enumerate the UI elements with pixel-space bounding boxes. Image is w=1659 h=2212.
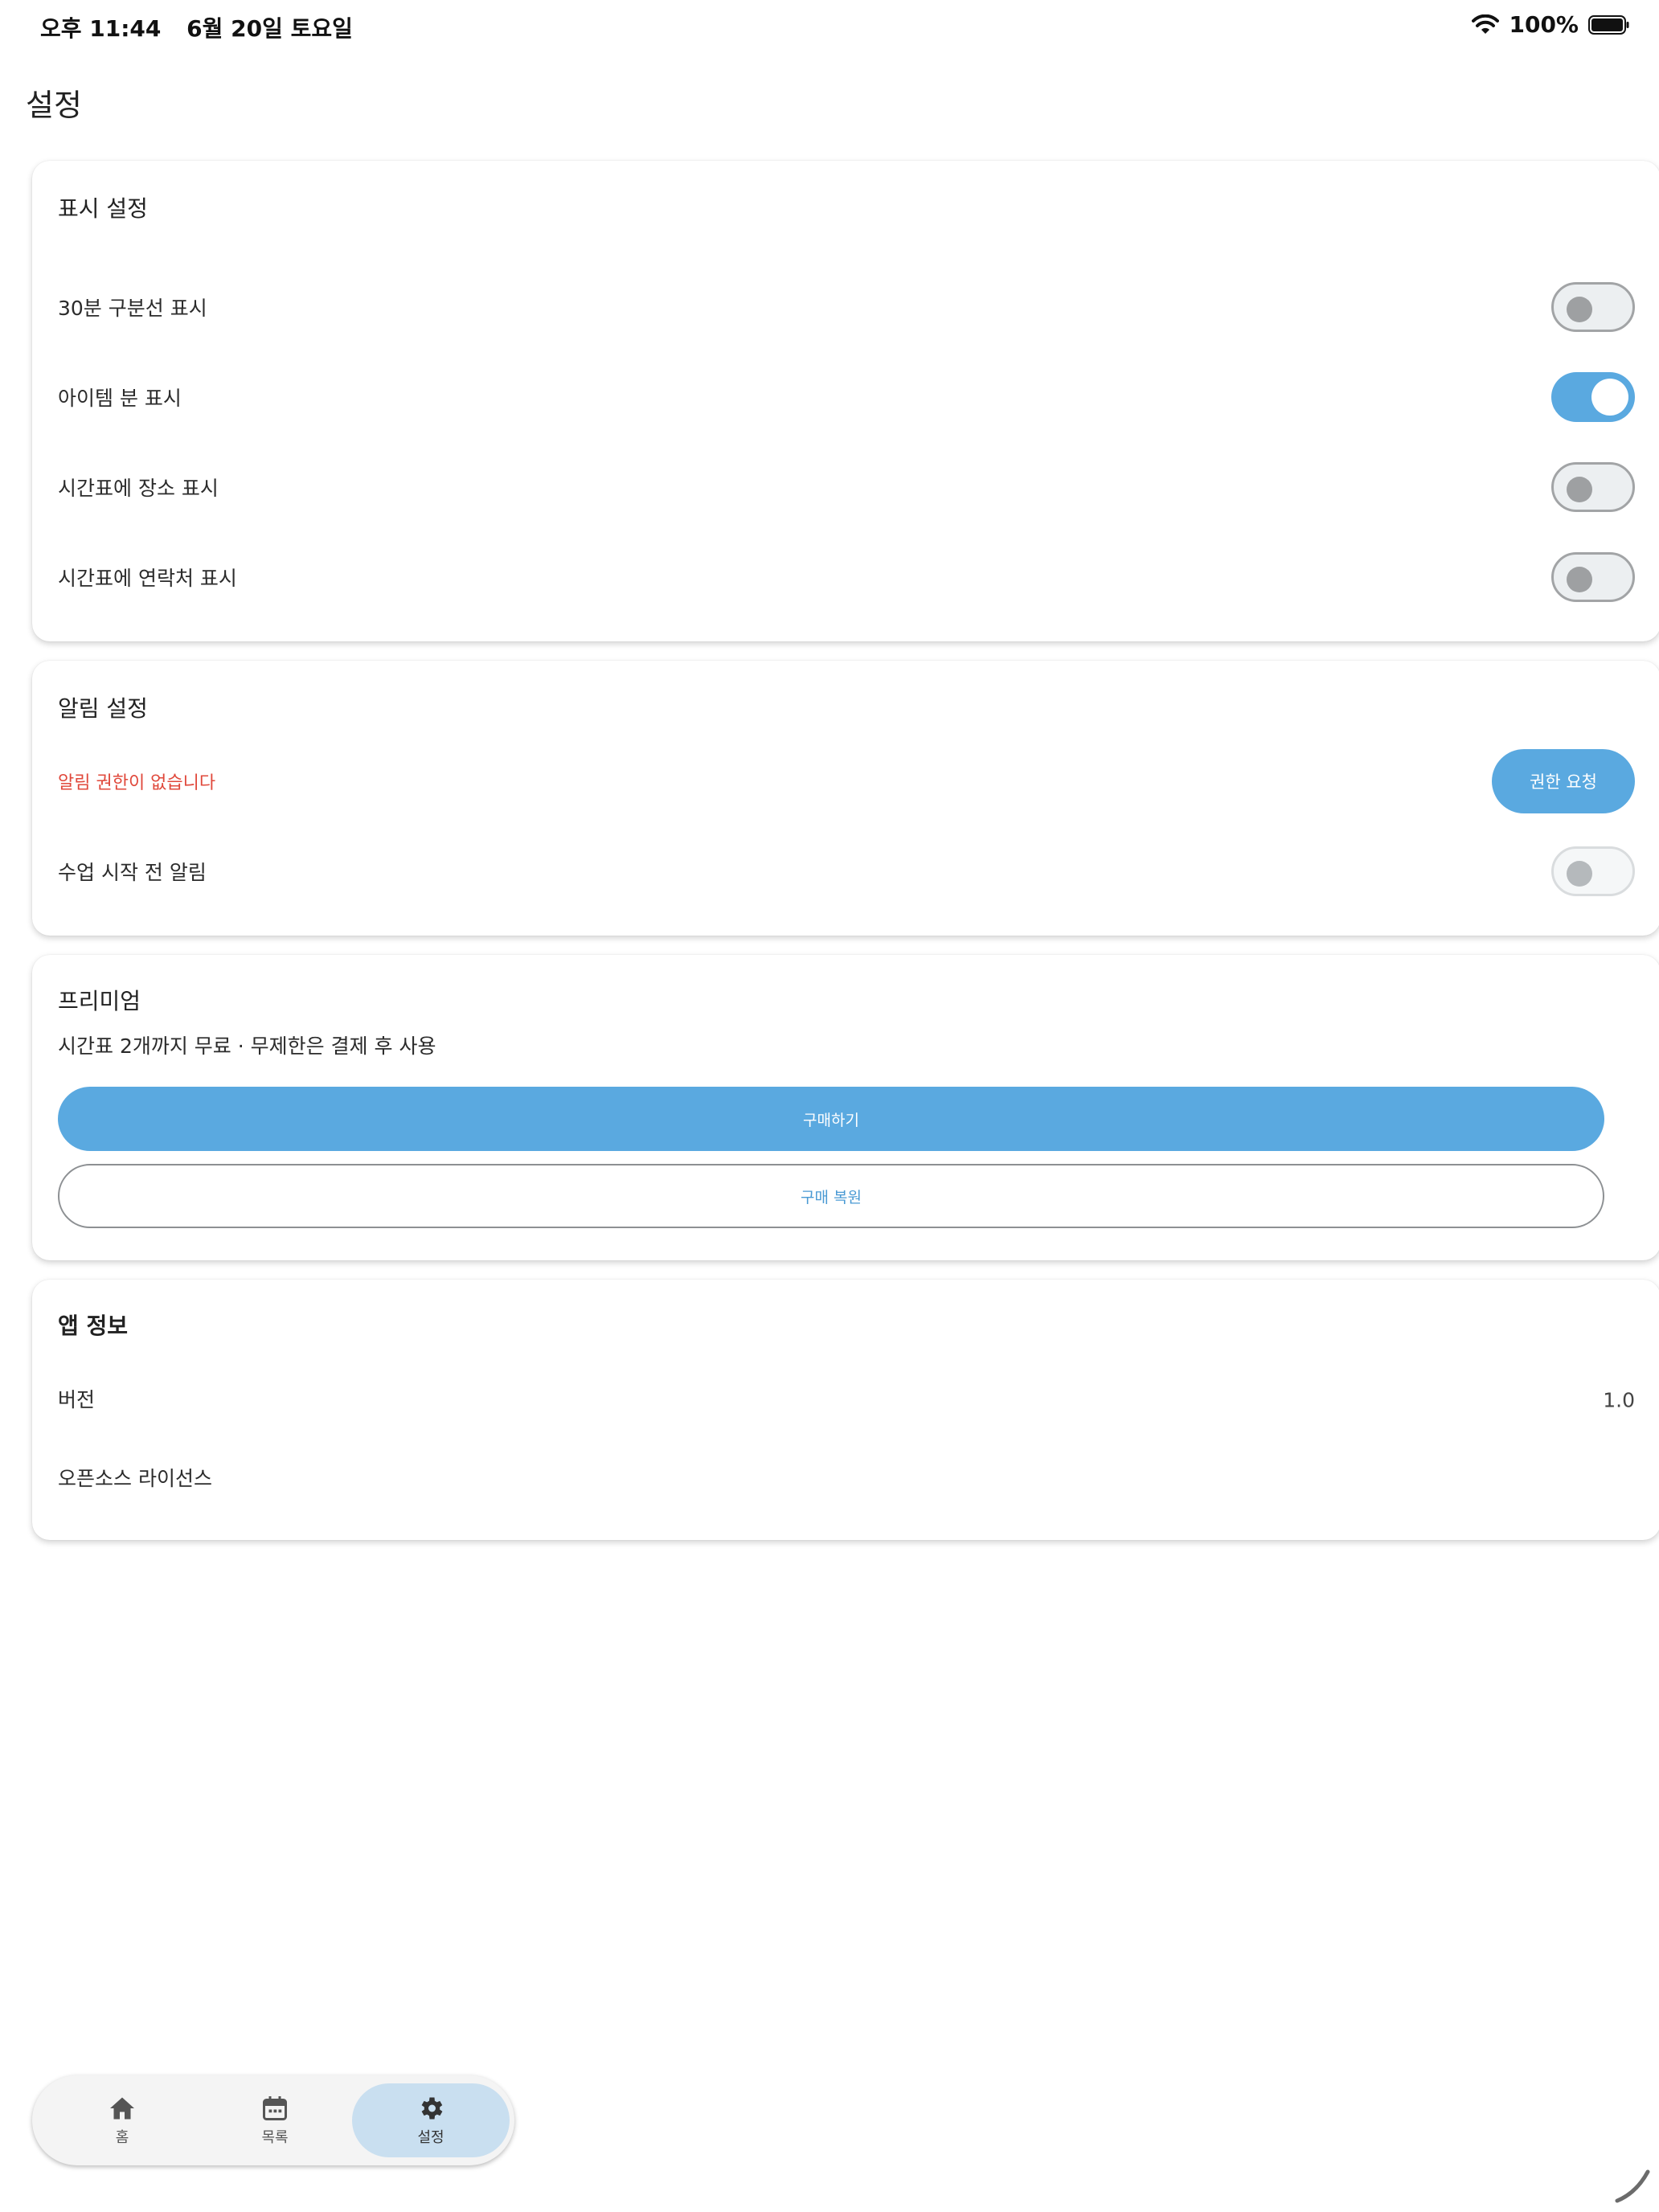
status-date: 6월 20일 토요일 (186, 15, 353, 42)
request-permission-button[interactable]: 권한 요청 (1492, 749, 1635, 813)
nav-label: 설정 (417, 2129, 444, 2146)
notification-settings-title: 알림 설정 (58, 695, 148, 722)
nav-item-home[interactable]: 홈 (43, 2083, 201, 2157)
setting-label: 30분 구분선 표시 (58, 297, 207, 320)
setting-label: 시간표에 연락처 표시 (58, 567, 237, 590)
restore-purchase-button[interactable]: 구매 복원 (58, 1164, 1604, 1228)
version-value: 1.0 (1603, 1388, 1635, 1412)
version-label: 버전 (58, 1388, 96, 1411)
bottom-nav: 홈 목록 설정 (32, 2075, 514, 2165)
toggle-knob (1567, 297, 1592, 322)
show-contact-toggle[interactable] (1551, 552, 1635, 602)
open-source-license-link[interactable]: 오픈소스 라이선스 (58, 1463, 212, 1492)
nav-item-settings[interactable]: 설정 (352, 2083, 510, 2157)
status-right: 100% (1472, 11, 1630, 38)
class-start-alert-toggle[interactable] (1551, 846, 1635, 896)
item-minutes-toggle[interactable] (1551, 372, 1635, 422)
toggle-knob (1591, 379, 1628, 416)
gear-icon (421, 2097, 443, 2120)
class-start-alert-label: 수업 시작 전 알림 (58, 861, 207, 884)
calendar-icon (263, 2096, 287, 2120)
status-bar: 오후 11:44 6월 20일 토요일 100% (0, 0, 1659, 51)
app-info-title: 앱 정보 (58, 1313, 129, 1339)
setting-label: 시간표에 장소 표시 (58, 477, 219, 500)
resize-handle-icon (1615, 2169, 1650, 2203)
status-left: 오후 11:44 6월 20일 토요일 (40, 11, 371, 43)
home-icon (110, 2097, 134, 2120)
permission-warning: 알림 권한이 없습니다 (58, 773, 216, 793)
toggle-knob (1567, 477, 1592, 502)
nav-item-list[interactable]: 목록 (196, 2083, 354, 2157)
premium-title: 프리미엄 (58, 988, 141, 1014)
battery-percent: 100% (1509, 11, 1579, 38)
premium-description: 시간표 2개까지 무료 · 무제한은 결제 후 사용 (58, 1034, 436, 1058)
setting-label: 아이템 분 표시 (58, 387, 182, 410)
wifi-icon (1472, 14, 1500, 34)
toggle-knob (1567, 861, 1592, 887)
notification-settings-card: 알림 설정 알림 권한이 없습니다 권한 요청 수업 시작 전 알림 (32, 661, 1659, 936)
nav-label: 목록 (261, 2129, 289, 2146)
premium-card: 프리미엄 시간표 2개까지 무료 · 무제한은 결제 후 사용 구매하기 구매 … (32, 955, 1659, 1260)
page-title: 설정 (26, 88, 82, 123)
battery-icon (1588, 14, 1629, 35)
app-info-card: 앱 정보 버전 1.0 오픈소스 라이선스 (32, 1280, 1659, 1540)
half-hour-divider-toggle[interactable] (1551, 282, 1635, 332)
toggle-knob (1567, 567, 1592, 592)
purchase-button[interactable]: 구매하기 (58, 1087, 1604, 1151)
nav-label: 홈 (115, 2129, 129, 2146)
status-time: 오후 11:44 (40, 15, 162, 42)
display-settings-title: 표시 설정 (58, 195, 148, 222)
show-location-toggle[interactable] (1551, 462, 1635, 512)
display-settings-card: 표시 설정 30분 구분선 표시 아이템 분 표시 시간표에 장소 표시 시간표… (32, 161, 1659, 641)
